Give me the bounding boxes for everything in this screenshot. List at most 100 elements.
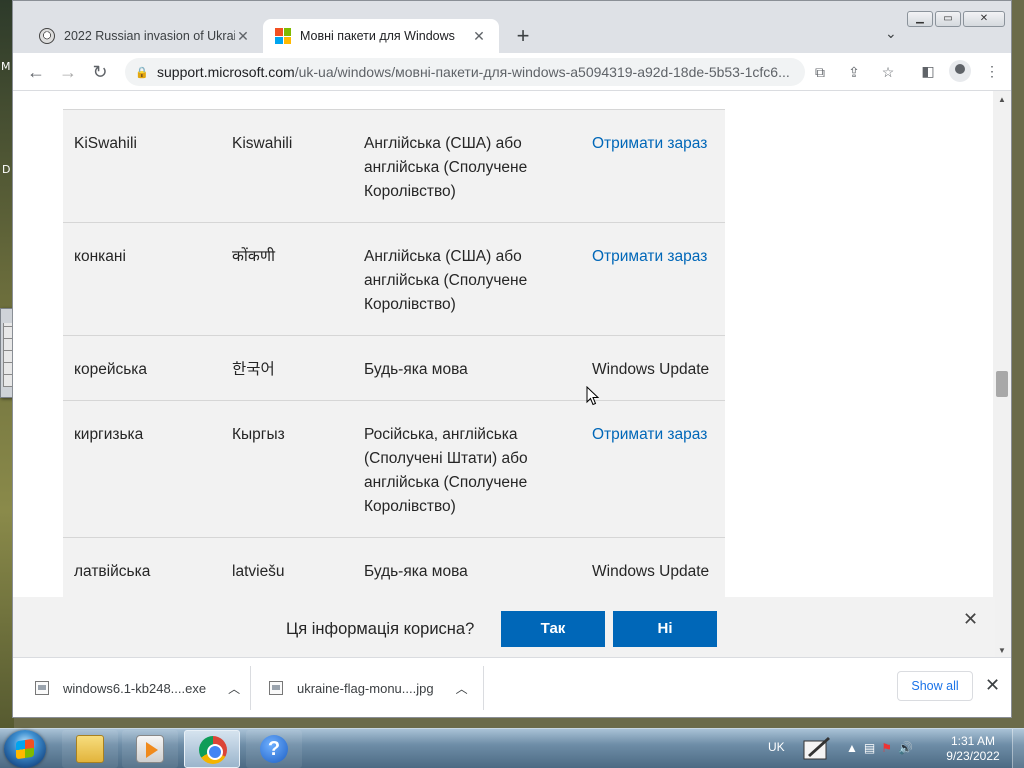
help-icon: ? bbox=[260, 735, 288, 763]
show-hidden-icons-icon[interactable]: ▲ bbox=[846, 741, 858, 755]
table-row: KiSwahili Kiswahili Англійська (США) або… bbox=[63, 109, 725, 222]
translate-icon[interactable]: ⧉ bbox=[809, 61, 831, 83]
prerequisite: Англійська (США) або англійська (Сполуче… bbox=[364, 248, 528, 313]
yes-button[interactable]: Так bbox=[501, 611, 605, 647]
taskbar: ? UK ▲ ▤ ⚑ 🔊 1:31 AM 9/23/2022 bbox=[0, 728, 1024, 768]
taskbar-chrome[interactable] bbox=[184, 730, 240, 768]
language-name: KiSwahili bbox=[74, 135, 137, 152]
network-icon[interactable]: ▤ bbox=[864, 741, 875, 755]
taskbar-media-player[interactable] bbox=[122, 730, 178, 768]
language-indicator[interactable]: UK bbox=[768, 740, 785, 754]
new-tab-button[interactable]: + bbox=[509, 23, 537, 51]
language-pack-table: KiSwahili Kiswahili Англійська (США) або… bbox=[63, 109, 725, 597]
tab-title: 2022 Russian invasion of Ukraine bbox=[64, 29, 235, 43]
table-row: киргизька Кыргыз Російська, англійська (… bbox=[63, 400, 725, 537]
download-item[interactable]: windows6.1-kb248....exe ︿ bbox=[35, 672, 240, 704]
close-tab-icon[interactable]: ✕ bbox=[235, 28, 251, 45]
folder-icon bbox=[76, 735, 104, 763]
share-icon[interactable]: ⇪ bbox=[843, 61, 865, 83]
tab-wikipedia[interactable]: 2022 Russian invasion of Ukraine ✕ bbox=[27, 19, 263, 53]
chevron-up-icon[interactable]: ︿ bbox=[228, 680, 240, 697]
scroll-thumb[interactable] bbox=[996, 371, 1008, 397]
mouse-cursor bbox=[586, 386, 600, 406]
browser-window: 2022 Russian invasion of Ukraine ✕ Мовні… bbox=[12, 0, 1012, 718]
microsoft-icon bbox=[275, 28, 291, 44]
tab-microsoft[interactable]: Мовні пакети для Windows ✕ bbox=[263, 19, 499, 53]
show-desktop-button[interactable] bbox=[1012, 729, 1024, 768]
scroll-down-icon[interactable]: ▼ bbox=[998, 646, 1006, 655]
feedback-question: Ця інформація корисна? bbox=[286, 620, 475, 638]
native-name: Kiswahili bbox=[232, 135, 293, 152]
divider bbox=[250, 666, 251, 710]
system-clock[interactable]: 1:31 AM 9/23/2022 bbox=[940, 734, 1006, 764]
url-path: /uk-ua/windows/мовні-пакети-для-windows-… bbox=[294, 64, 790, 80]
divider bbox=[483, 666, 484, 710]
close-downloads-icon[interactable]: ✕ bbox=[985, 675, 1000, 696]
get-now-link[interactable]: Отримати зараз bbox=[592, 132, 732, 156]
file-icon bbox=[35, 681, 49, 695]
reload-icon[interactable]: ↻ bbox=[87, 59, 113, 85]
page-content: KiSwahili Kiswahili Англійська (США) або… bbox=[13, 91, 995, 597]
prerequisite: Будь-яка мова bbox=[364, 361, 468, 378]
volume-icon[interactable]: 🔊 bbox=[898, 741, 913, 755]
clock-date: 9/23/2022 bbox=[946, 749, 1000, 763]
native-name: कोंकणी bbox=[232, 248, 276, 265]
side-panel-icon[interactable]: ◧ bbox=[917, 60, 939, 82]
pen-input-icon[interactable] bbox=[802, 735, 832, 763]
window-controls: ▁ ▭ ✕ bbox=[907, 11, 1005, 27]
get-now-link[interactable]: Отримати зараз bbox=[592, 423, 732, 447]
forward-icon[interactable]: → bbox=[55, 59, 81, 85]
language-name: конкані bbox=[74, 248, 126, 265]
table-row: корейська 한국어 Будь-яка мова Windows Upda… bbox=[63, 335, 725, 400]
chevron-up-icon[interactable]: ︿ bbox=[456, 680, 468, 697]
address-bar[interactable]: 🔒 support.microsoft.com /uk-ua/windows/м… bbox=[125, 58, 805, 86]
menu-dots-icon[interactable]: ⋮ bbox=[981, 60, 1003, 82]
prerequisite: Російська, англійська (Сполучені Штати) … bbox=[364, 426, 528, 515]
desktop-icon-label: M bbox=[1, 60, 11, 73]
table-row: конкані कोंकणी Англійська (США) або англ… bbox=[63, 222, 725, 335]
download-filename: ukraine-flag-monu....jpg bbox=[297, 680, 434, 696]
get-now-link[interactable]: Отримати зараз bbox=[592, 245, 732, 269]
language-name: киргизька bbox=[74, 426, 144, 443]
browser-toolbar: ← → ↻ 🔒 support.microsoft.com /uk-ua/win… bbox=[13, 53, 1011, 91]
native-name: latviešu bbox=[232, 563, 285, 580]
scroll-up-icon[interactable]: ▲ bbox=[998, 95, 1006, 104]
native-name: 한국어 bbox=[232, 361, 275, 378]
taskbar-explorer[interactable] bbox=[62, 730, 118, 768]
clock-time: 1:31 AM bbox=[950, 734, 996, 748]
back-icon[interactable]: ← bbox=[23, 59, 49, 85]
lock-icon[interactable]: 🔒 bbox=[135, 66, 149, 79]
taskbar-help[interactable]: ? bbox=[246, 730, 302, 768]
start-button[interactable] bbox=[4, 730, 46, 768]
feedback-bar: Ця інформація корисна? Так Ні ✕ bbox=[13, 597, 995, 657]
profile-avatar[interactable] bbox=[949, 60, 971, 82]
no-button[interactable]: Ні bbox=[613, 611, 717, 647]
download-item[interactable]: ukraine-flag-monu....jpg ︿ bbox=[269, 672, 468, 704]
download-filename: windows6.1-kb248....exe bbox=[63, 680, 207, 696]
vertical-scrollbar[interactable]: ▲ ▼ bbox=[993, 91, 1011, 657]
table-row: латвійська latviešu Будь-яка мова Window… bbox=[63, 537, 725, 597]
native-name: Кыргыз bbox=[232, 426, 285, 443]
language-name: латвійська bbox=[74, 563, 151, 580]
windows-update-text: Windows Update bbox=[592, 563, 710, 580]
language-name: корейська bbox=[74, 361, 148, 378]
tab-search-icon[interactable]: ⌄ bbox=[885, 25, 897, 42]
maximize-button[interactable]: ▭ bbox=[935, 11, 961, 27]
close-window-button[interactable]: ✕ bbox=[963, 11, 1005, 27]
downloads-bar: windows6.1-kb248....exe ︿ ukraine-flag-m… bbox=[13, 657, 1011, 717]
show-all-button[interactable]: Show all bbox=[897, 671, 973, 701]
desktop-icon-label: D bbox=[2, 163, 11, 176]
bookmark-star-icon[interactable]: ☆ bbox=[877, 61, 899, 83]
url-host: support.microsoft.com bbox=[157, 64, 295, 80]
close-feedback-icon[interactable]: ✕ bbox=[963, 609, 978, 630]
chrome-icon bbox=[199, 736, 227, 764]
prerequisite: Будь-яка мова bbox=[364, 563, 468, 580]
windows-update-text: Windows Update bbox=[592, 361, 710, 378]
action-center-flag-icon[interactable]: ⚑ bbox=[881, 741, 892, 755]
close-tab-icon[interactable]: ✕ bbox=[471, 28, 487, 45]
image-file-icon bbox=[269, 681, 283, 695]
prerequisite: Англійська (США) або англійська (Сполуче… bbox=[364, 135, 528, 200]
tab-bar: 2022 Russian invasion of Ukraine ✕ Мовні… bbox=[13, 1, 1011, 53]
media-player-icon bbox=[136, 735, 164, 763]
minimize-button[interactable]: ▁ bbox=[907, 11, 933, 27]
